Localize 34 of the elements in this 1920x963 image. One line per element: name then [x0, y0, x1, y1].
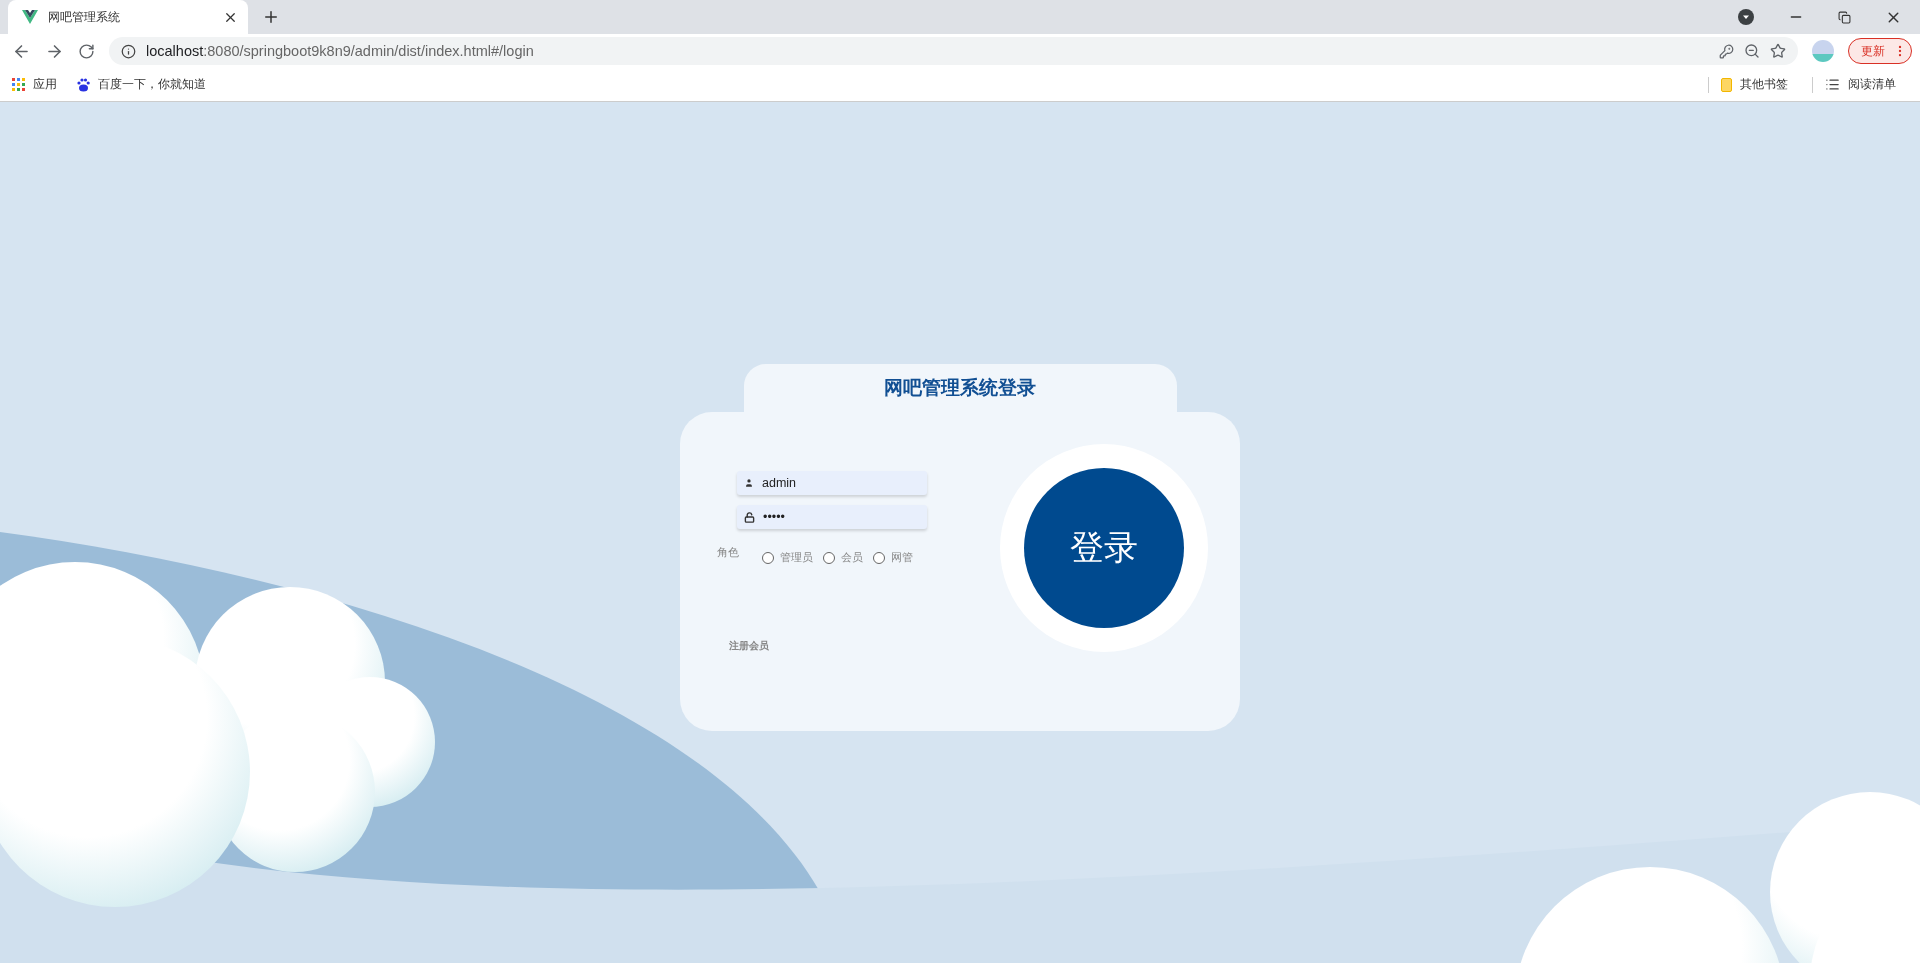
paw-icon — [77, 77, 90, 92]
bookmark-link[interactable]: 百度一下，你就知道 — [98, 76, 206, 93]
role-label: 角色 — [717, 545, 740, 560]
user-icon — [744, 478, 754, 488]
bookmark-link[interactable]: 应用 — [33, 76, 57, 93]
password-field[interactable]: ••••• — [763, 510, 913, 524]
bookmark-link[interactable]: 其他书签 — [1740, 76, 1788, 93]
apps-grid-icon — [12, 78, 25, 91]
role-radio[interactable]: 会员 — [823, 550, 863, 565]
bookmark-link[interactable]: 阅读清单 — [1848, 76, 1896, 93]
reading-list-icon — [1825, 77, 1840, 92]
role-radio[interactable]: 管理员 — [762, 550, 813, 565]
url-text: localhost:8080/springboot9k8n9/admin/dist/index.html#/login — [146, 43, 535, 59]
browser-tab[interactable]: 网吧管理系统 — [8, 0, 248, 34]
address-bar[interactable]: localhost:8080/springboot9k8n9/admin/dist/index.html#/login — [109, 37, 1798, 65]
tab-search-icon[interactable] — [1738, 9, 1754, 25]
star-icon[interactable] — [1770, 43, 1786, 59]
username-box[interactable]: admin — [737, 471, 927, 495]
key-icon[interactable] — [1719, 43, 1734, 59]
reload-icon[interactable] — [78, 42, 95, 60]
lock-icon — [744, 511, 755, 523]
username-field[interactable]: admin — [762, 476, 912, 490]
update-button[interactable]: 更新 — [1848, 38, 1912, 64]
restore-icon[interactable] — [1838, 10, 1851, 24]
password-box[interactable]: ••••• — [737, 505, 927, 529]
tab-title: 网吧管理系统 — [48, 8, 121, 26]
role-radio[interactable]: 网管 — [873, 550, 913, 565]
folder-icon — [1721, 77, 1732, 92]
login-title: 网吧管理系统登录 — [743, 364, 1177, 412]
login-button[interactable]: 登录 — [1024, 468, 1184, 628]
logo-icon — [22, 10, 38, 24]
info-icon — [121, 43, 136, 59]
new-tab-icon[interactable] — [262, 8, 280, 26]
zoom-out-icon[interactable] — [1744, 43, 1760, 59]
